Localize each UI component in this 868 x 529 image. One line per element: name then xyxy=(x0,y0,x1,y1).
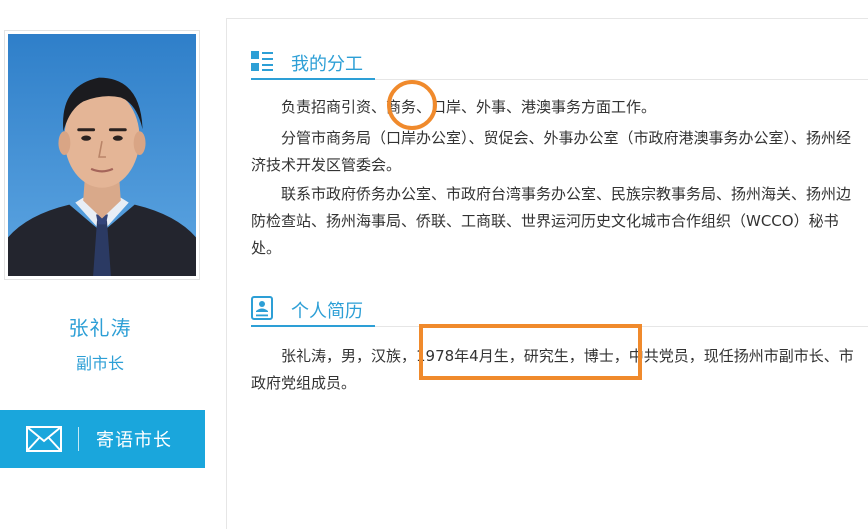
button-divider xyxy=(78,427,79,451)
profile-title: 副市长 xyxy=(75,354,124,373)
section-duties-header: 我的分工 xyxy=(251,49,868,80)
profile-photo xyxy=(8,34,196,276)
envelope-icon xyxy=(26,426,62,452)
duties-paragraph-2: 分管市商务局（口岸办公室）、贸促会、外事办公室（市政府港澳事务办公室）、扬州经济… xyxy=(251,129,852,174)
highlight-circle xyxy=(387,80,437,130)
section-underline xyxy=(251,78,375,80)
profile-sidebar: 张礼涛 副市长 寄语市长 xyxy=(0,0,206,521)
section-duties-title: 我的分工 xyxy=(291,54,363,75)
list-icon xyxy=(251,51,273,71)
highlight-box xyxy=(419,324,642,380)
content-panel: 我的分工 负责招商引资、商务、口岸、外事、港澳事务方面工作。 分管市商务局（口岸… xyxy=(226,18,868,529)
duties-paragraph-1: 负责招商引资、商务、口岸、外事、港澳事务方面工作。 xyxy=(281,98,657,116)
profile-name: 张礼涛 xyxy=(68,316,132,340)
section-resume-header: 个人简历 xyxy=(251,296,868,327)
section-underline xyxy=(251,325,375,327)
duties-paragraph-3: 联系市政府侨务办公室、市政府台湾事务办公室、民族宗教事务局、扬州海关、扬州边防检… xyxy=(251,185,852,257)
mail-mayor-label: 寄语市长 xyxy=(96,430,172,451)
resume-icon xyxy=(251,296,273,320)
section-resume-title: 个人简历 xyxy=(291,301,363,322)
mail-mayor-button[interactable]: 寄语市长 xyxy=(0,410,205,468)
profile-photo-frame xyxy=(4,30,200,280)
